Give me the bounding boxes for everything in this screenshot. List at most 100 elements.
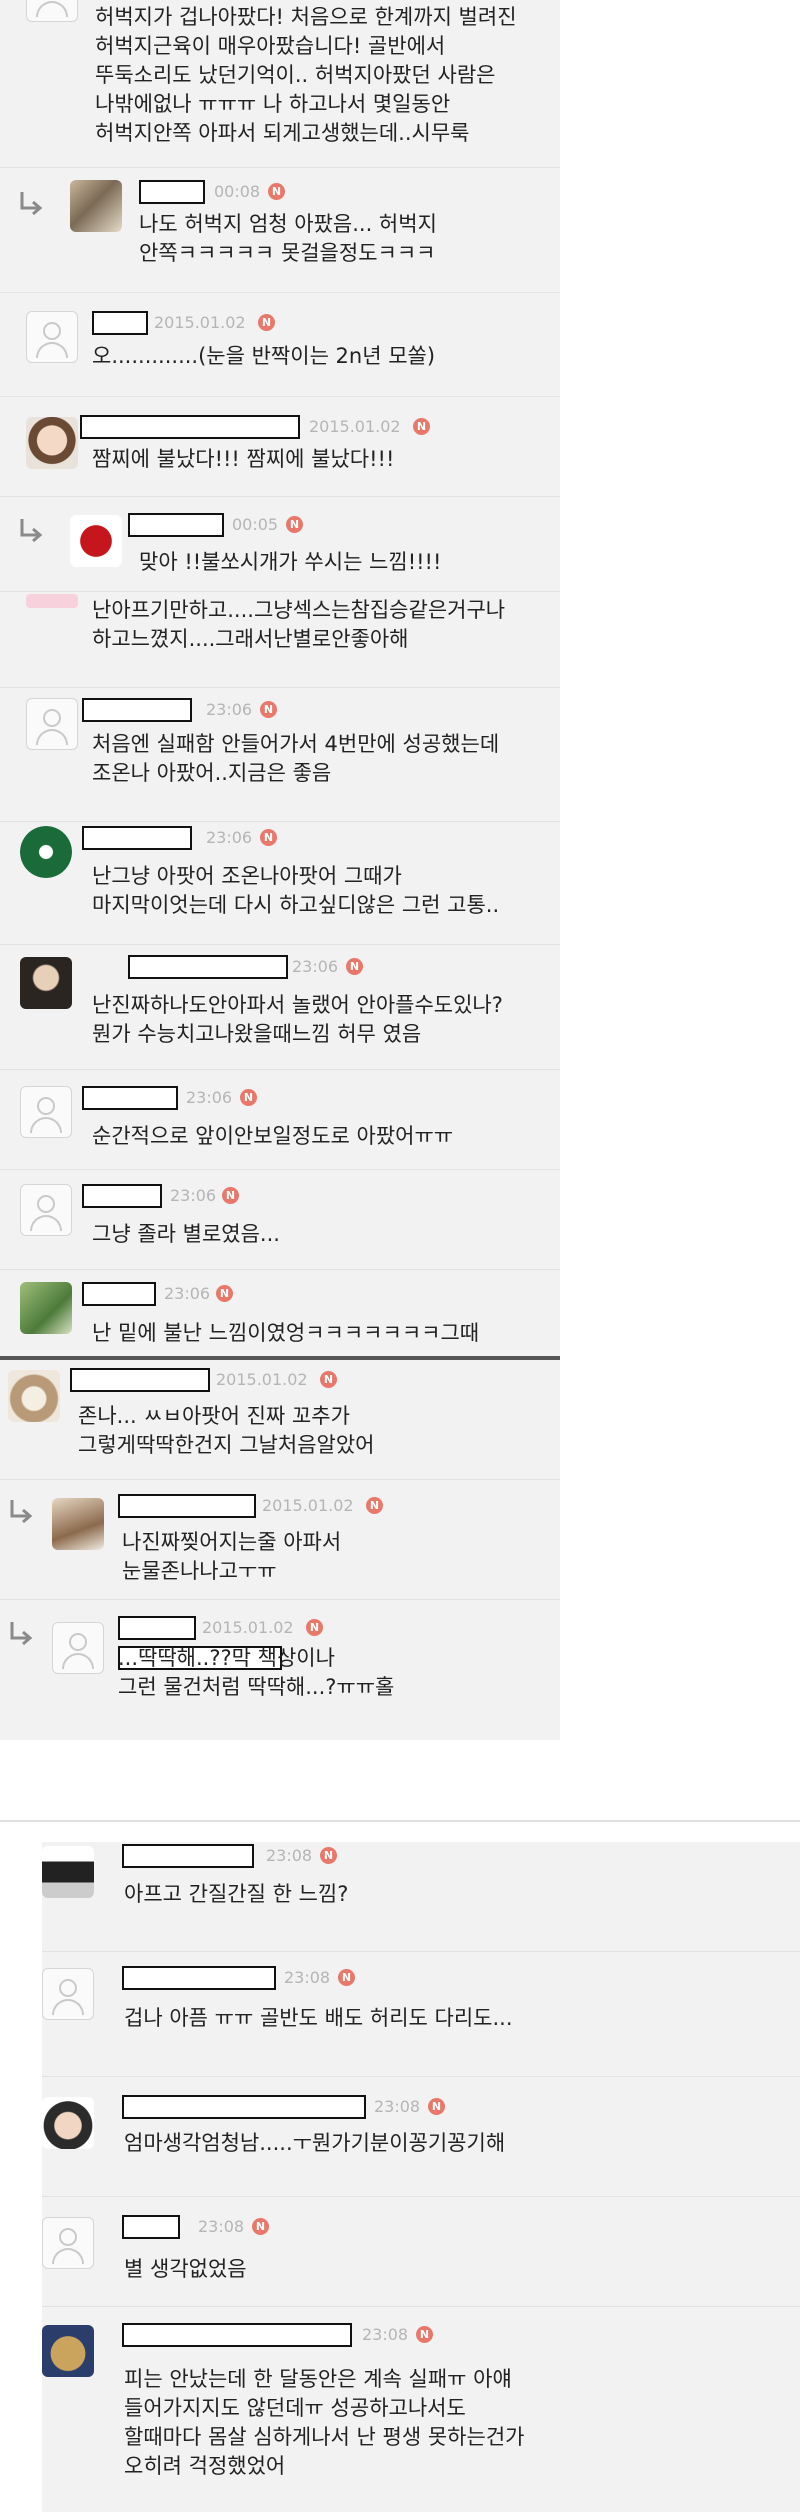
new-badge-icon: N <box>338 1969 355 1986</box>
user-avatar[interactable] <box>42 2097 94 2149</box>
comment-reply: 00:08 N 나도 허벅지 엄청 아팠음... 허벅지 안쪽ㅋㅋㅋㅋㅋ 못걸을… <box>0 168 560 293</box>
timestamp: 2015.01.02 <box>154 313 246 332</box>
comment-text: 겁나 아픔 ㅠㅠ 골반도 배도 허리도 다리도... <box>124 2006 513 2030</box>
user-avatar[interactable] <box>26 594 78 608</box>
new-badge-icon: N <box>320 1371 337 1388</box>
default-user-avatar-icon[interactable] <box>26 698 78 750</box>
username-redacted[interactable] <box>118 1616 196 1640</box>
user-avatar[interactable] <box>70 180 122 232</box>
comment-item: 23:06 N 난 밑에 불난 느낌이였엉ㅋㅋㅋㅋㅋㅋㅋ그때 <box>0 1270 560 1360</box>
comment-text: 맞아 !!불쏘시개가 쑤시는 느낌!!!! <box>139 550 442 574</box>
username-redacted[interactable] <box>82 826 192 850</box>
comment-text: ...딱딱해..??막 책상이나 그런 물건처럼 딱딱해...?ㅠㅠ홀 <box>118 1646 395 1699</box>
user-avatar[interactable] <box>42 1846 94 1898</box>
comment-item: 난아프기만하고....그냥섹스는참집승같은거구나 하고느꼈지....그래서난별로… <box>0 592 560 688</box>
user-avatar[interactable] <box>20 1282 72 1334</box>
comment-text: 오.............(눈을 반짝이는 2n년 모쏠) <box>92 344 436 368</box>
default-user-avatar-icon[interactable] <box>52 1622 104 1674</box>
comment-item: 23:08 N 겁나 아픔 ㅠㅠ 골반도 배도 허리도 다리도... <box>42 1952 800 2077</box>
comment-text: 엄마생각엄청남.....ㅜ뭔가기분이꽁기꽁기해 <box>124 2131 506 2155</box>
new-badge-icon: N <box>366 1497 383 1514</box>
username-redacted[interactable] <box>128 955 288 979</box>
new-badge-icon: N <box>413 418 430 435</box>
new-badge-icon: N <box>260 829 277 846</box>
username-redacted[interactable] <box>82 1086 178 1110</box>
username-redacted[interactable] <box>92 311 148 335</box>
comment-text: 나진짜찢어지는줄 아파서 눈물존나나고ㅜㅠ <box>122 1530 342 1583</box>
new-badge-icon: N <box>216 1285 233 1302</box>
username-redacted[interactable] <box>122 1844 254 1868</box>
timestamp: 23:06 <box>186 1088 233 1107</box>
timestamp: 2015.01.02 <box>262 1496 354 1515</box>
timestamp: 23:06 <box>206 828 253 847</box>
user-avatar[interactable] <box>8 1370 60 1422</box>
new-badge-icon: N <box>320 1847 337 1864</box>
reply-arrow-icon <box>20 519 43 543</box>
username-redacted[interactable] <box>122 1966 276 1990</box>
username-redacted[interactable] <box>82 698 192 722</box>
screenshot-divider <box>0 1820 800 1822</box>
default-user-avatar-icon[interactable] <box>26 0 78 22</box>
new-badge-icon: N <box>416 2326 433 2343</box>
timestamp: 00:08 <box>214 182 261 201</box>
comment-item: 23:08 N 아프고 간질간질 한 느낌? <box>42 1842 800 1952</box>
timestamp: 23:08 <box>362 2325 409 2344</box>
comment-reply: 2015.01.02 N ...딱딱해..??막 책상이나 그런 물건처럼 딱딱… <box>0 1600 560 1740</box>
comment-item: 23:08 N 엄마생각엄청남.....ㅜ뭔가기분이꽁기꽁기해 <box>42 2077 800 2197</box>
username-redacted[interactable] <box>122 2095 366 2119</box>
comment-text: 존나... ㅆㅂ아팟어 진짜 꼬추가 그렇게딱딱한건지 그날처음알았어 <box>78 1404 375 1457</box>
user-avatar[interactable] <box>70 515 122 567</box>
comment-text: 난 밑에 불난 느낌이였엉ㅋㅋㅋㅋㅋㅋㅋ그때 <box>92 1321 480 1345</box>
user-avatar[interactable] <box>20 826 72 878</box>
timestamp: 23:06 <box>164 1284 211 1303</box>
timestamp: 23:08 <box>374 2097 421 2116</box>
comment-item: 23:08 N 피는 안났는데 한 달동안은 계속 실패ㅠ 아얘 들어가지지도 … <box>42 2307 800 2512</box>
user-avatar[interactable] <box>52 1498 104 1550</box>
comment-item: 23:06 N 순간적으로 앞이안보일정도로 아팠어ㅠㅠ <box>0 1070 560 1170</box>
user-avatar[interactable] <box>20 957 72 1009</box>
timestamp: 2015.01.02 <box>309 417 401 436</box>
username-redacted[interactable] <box>82 1184 162 1208</box>
new-badge-icon: N <box>252 2218 269 2235</box>
comment-item: 2015.01.02 N 존나... ㅆㅂ아팟어 진짜 꼬추가 그렇게딱딱한건지… <box>0 1360 560 1480</box>
user-avatar[interactable] <box>26 417 78 469</box>
timestamp: 23:08 <box>284 1968 331 1987</box>
comment-text: 아프고 간질간질 한 느낌? <box>124 1882 349 1906</box>
comment-reply: 00:05 N 맞아 !!불쏘시개가 쑤시는 느낌!!!! <box>0 497 560 592</box>
comment-text: 허벅지가 겁나아팠다! 처음으로 한계까지 벌려진 허벅지근육이 매우아팠습니다… <box>95 5 517 145</box>
comment-text: 난아프기만하고....그냥섹스는참집승같은거구나 하고느꼈지....그래서난별로… <box>92 598 506 651</box>
timestamp: 23:08 <box>198 2217 245 2236</box>
comment-item: 23:06 N 난그냥 아팟어 조온나아팟어 그때가 마지막이엇는데 다시 하고… <box>0 822 560 945</box>
reply-arrow-icon <box>10 1500 33 1524</box>
default-user-avatar-icon[interactable] <box>20 1086 72 1138</box>
comment-text: 별 생각없었음 <box>124 2257 247 2281</box>
new-badge-icon: N <box>258 314 275 331</box>
username-redacted[interactable] <box>128 513 224 537</box>
comment-item: 2015.01.02 N 짬찌에 불났다!!! 짬찌에 불났다!!! <box>0 397 560 497</box>
default-user-avatar-icon[interactable] <box>42 2217 94 2269</box>
user-avatar[interactable] <box>42 2325 94 2377</box>
new-badge-icon: N <box>240 1089 257 1106</box>
username-redacted[interactable] <box>118 1494 256 1518</box>
comment-item: 23:06 N 난진짜하나도안아파서 놀랬어 안아플수도있나? 뭔가 수능치고나… <box>0 945 560 1070</box>
comment-panel-3: 23:08 N 아프고 간질간질 한 느낌? 23:08 N 겁나 아픔 ㅠㅠ … <box>42 1842 800 2512</box>
default-user-avatar-icon[interactable] <box>26 311 78 363</box>
comment-text: 순간적으로 앞이안보일정도로 아팠어ㅠㅠ <box>92 1124 454 1148</box>
comment-panel-2: 2015.01.02 N 존나... ㅆㅂ아팟어 진짜 꼬추가 그렇게딱딱한건지… <box>0 1360 560 1740</box>
timestamp: 2015.01.02 <box>216 1370 308 1389</box>
default-user-avatar-icon[interactable] <box>42 1968 94 2020</box>
comment-item: 2015.01.02 N 오.............(눈을 반짝이는 2n년 … <box>0 293 560 397</box>
username-redacted[interactable] <box>139 180 205 204</box>
timestamp: 2015.01.02 <box>202 1618 294 1637</box>
username-redacted[interactable] <box>82 1282 156 1306</box>
username-redacted[interactable] <box>122 2215 180 2239</box>
new-badge-icon: N <box>306 1619 323 1636</box>
default-user-avatar-icon[interactable] <box>20 1184 72 1236</box>
reply-arrow-icon <box>10 1622 33 1646</box>
username-redacted[interactable] <box>122 2323 352 2347</box>
timestamp: 23:06 <box>292 957 339 976</box>
username-redacted[interactable] <box>70 1368 210 1392</box>
comment-text: 난진짜하나도안아파서 놀랬어 안아플수도있나? 뭔가 수능치고나왔을때느낌 허무… <box>92 993 503 1046</box>
username-redacted[interactable] <box>80 415 300 439</box>
comment-text: 처음엔 실패함 안들어가서 4번만에 성공했는데 조온나 아팠어..지금은 좋음 <box>92 732 500 785</box>
